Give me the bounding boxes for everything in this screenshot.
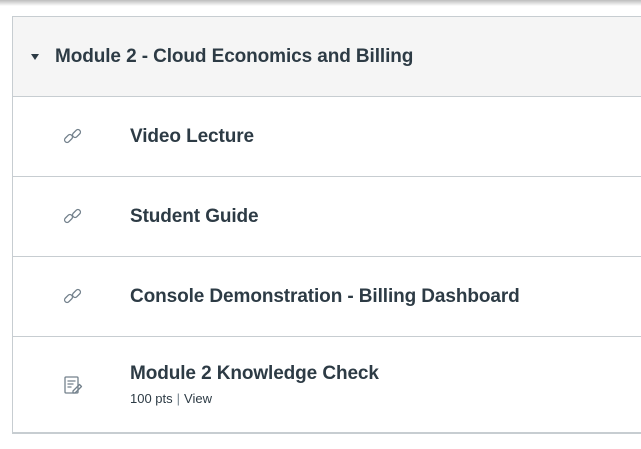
module-item-knowledge-check[interactable]: Module 2 Knowledge Check 100 pts | View — [13, 337, 641, 433]
module-item-video-lecture[interactable]: Video Lecture — [13, 97, 641, 177]
quiz-icon — [61, 373, 85, 397]
module-item-text: Module 2 Knowledge Check 100 pts | View — [130, 363, 379, 406]
module-item-title[interactable]: Module 2 Knowledge Check — [130, 363, 379, 385]
points-label: 100 pts — [130, 391, 173, 406]
module-item-title[interactable]: Console Demonstration - Billing Dashboar… — [130, 286, 520, 308]
view-link[interactable]: View — [184, 391, 212, 406]
module-item-text: Student Guide — [130, 206, 259, 228]
module-item-student-guide[interactable]: Student Guide — [13, 177, 641, 257]
module-item-title[interactable]: Student Guide — [130, 206, 259, 228]
caret-down-icon[interactable] — [31, 54, 39, 60]
top-shadow — [0, 0, 641, 6]
module-item-console-demonstration[interactable]: Console Demonstration - Billing Dashboar… — [13, 257, 641, 337]
module-item-text: Video Lecture — [130, 126, 254, 148]
module-container: Module 2 - Cloud Economics and Billing V… — [12, 16, 641, 434]
link-icon — [61, 285, 85, 309]
link-icon — [61, 125, 85, 149]
module-header[interactable]: Module 2 - Cloud Economics and Billing — [13, 17, 641, 97]
module-title[interactable]: Module 2 - Cloud Economics and Billing — [55, 46, 413, 68]
module-item-title[interactable]: Video Lecture — [130, 126, 254, 148]
module-item-text: Console Demonstration - Billing Dashboar… — [130, 286, 520, 308]
module-item-meta: 100 pts | View — [130, 391, 379, 406]
meta-separator: | — [176, 391, 181, 406]
link-icon — [61, 205, 85, 229]
